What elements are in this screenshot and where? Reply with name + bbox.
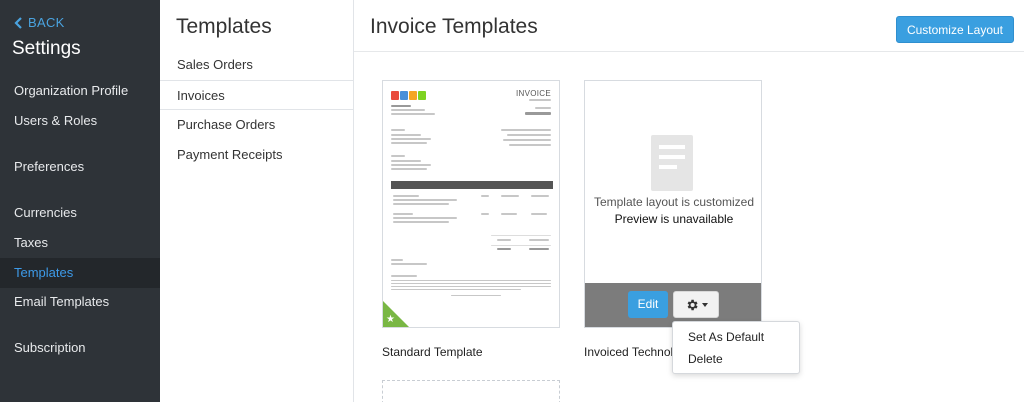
caret-down-icon (701, 302, 708, 307)
subnav-item-purchase-orders[interactable]: Purchase Orders (160, 110, 353, 140)
templates-subnav: Templates Sales Orders Invoices Purchase… (160, 0, 354, 402)
edit-button[interactable]: Edit (628, 291, 668, 318)
gear-icon (687, 299, 698, 310)
preview-table-header (391, 181, 553, 189)
settings-title: Settings (12, 38, 81, 59)
customized-line-1: Template layout is customized (593, 195, 755, 209)
nav-item-preferences[interactable]: Preferences (0, 152, 160, 182)
template-actions-menu: Set As Default Delete (672, 321, 800, 374)
nav-item-organization-profile[interactable]: Organization Profile (0, 76, 160, 106)
customize-layout-button[interactable]: Customize Layout (895, 16, 1014, 43)
company-logo (391, 91, 426, 100)
menu-item-set-as-default[interactable]: Set As Default (688, 330, 764, 344)
invoice-preview-thumbnail: INVOICE (391, 87, 553, 297)
back-label: BACK (28, 15, 65, 30)
nav-item-templates[interactable]: Templates (0, 258, 160, 288)
nav-item-email-templates[interactable]: Email Templates (0, 287, 160, 317)
new-template-placeholder[interactable] (382, 380, 560, 402)
subnav-item-invoices[interactable]: Invoices (160, 80, 353, 110)
customized-line-2: Preview is unavailable (614, 212, 734, 226)
nav-item-taxes[interactable]: Taxes (0, 228, 160, 258)
preview-invoice-heading: INVOICE (516, 89, 551, 98)
customized-message: Template layout is customized Preview is… (585, 194, 761, 228)
template-card-standard[interactable]: INVOICE ★ (382, 80, 560, 328)
page-title: Invoice Templates (370, 15, 538, 38)
nav-item-users-roles[interactable]: Users & Roles (0, 106, 160, 136)
subnav-item-payment-receipts[interactable]: Payment Receipts (160, 140, 353, 170)
template-card-customized[interactable]: Template layout is customized Preview is… (584, 80, 762, 328)
template-caption-customized: Invoiced Technol (584, 345, 674, 359)
nav-item-subscription[interactable]: Subscription (0, 333, 160, 363)
back-link[interactable]: BACK (14, 15, 65, 30)
star-icon: ★ (386, 314, 395, 325)
document-placeholder-icon (651, 135, 693, 191)
gear-dropdown-button[interactable] (673, 291, 719, 318)
subnav-item-sales-orders[interactable]: Sales Orders (160, 50, 353, 80)
settings-sidebar: BACK Settings Organization Profile Users… (0, 0, 160, 402)
template-caption-standard: Standard Template (382, 345, 483, 359)
subnav-title: Templates (176, 15, 272, 38)
menu-item-delete[interactable]: Delete (688, 352, 723, 366)
main-header: Invoice Templates Customize Layout (354, 0, 1024, 52)
chevron-left-icon (14, 16, 22, 29)
nav-item-currencies[interactable]: Currencies (0, 198, 160, 228)
